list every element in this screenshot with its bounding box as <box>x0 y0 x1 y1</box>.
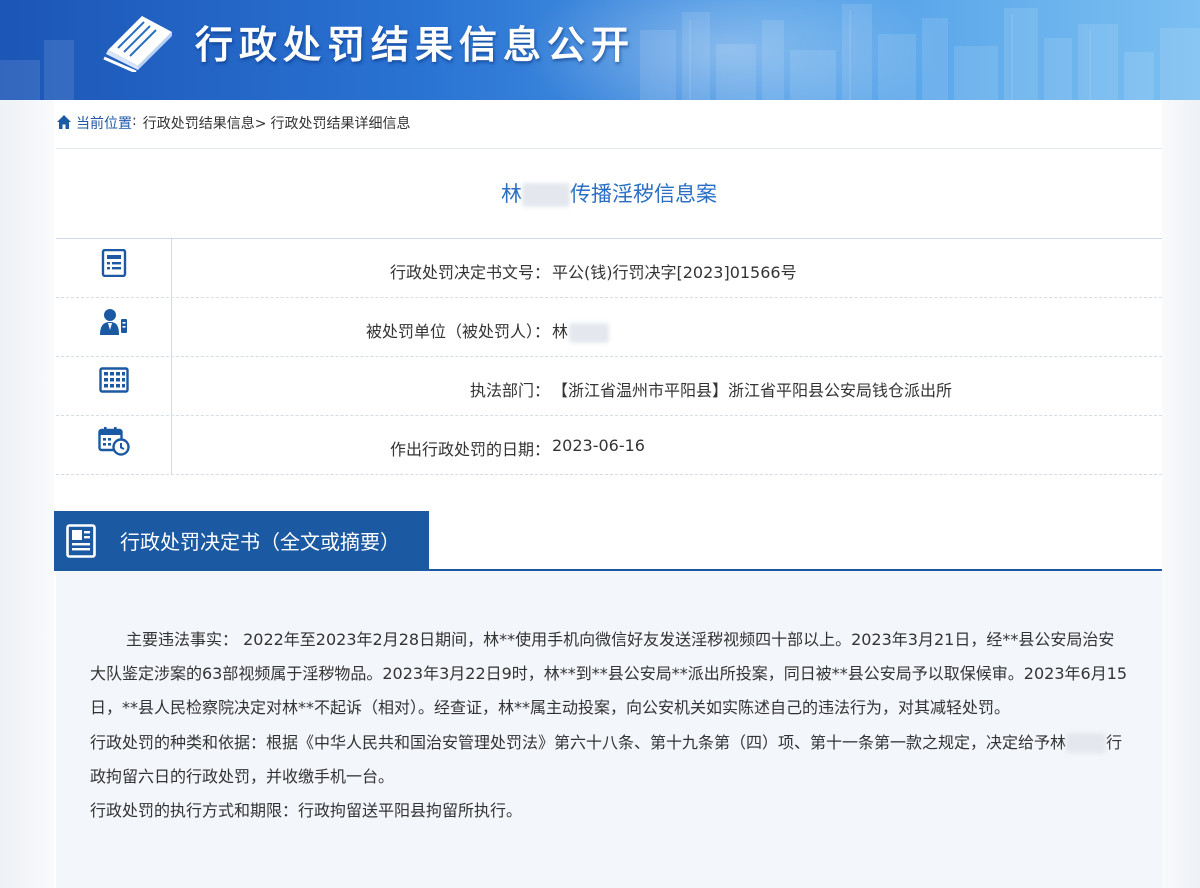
home-icon <box>57 115 71 129</box>
info-label: 被处罚单位（被处罚人）： <box>365 322 550 341</box>
execution-paragraph: 行政处罚的执行方式和期限：行政拘留送平阳县拘留所执行。 <box>90 801 523 821</box>
info-row-document-number: 行政处罚决定书文号： 平公(钱)行罚决字[2023]01566号 <box>56 239 1162 298</box>
redaction-mask <box>522 183 570 207</box>
document-icon <box>66 523 96 558</box>
breadcrumb-link-results[interactable]: 行政处罚结果信息> <box>143 113 267 133</box>
penalty-basis-text-start: 行政处罚的种类和依据：根据《中华人民共和国治安管理处罚法》第六十八条、第十九条第… <box>90 732 1067 752</box>
info-row-enforcement-department: 执法部门： 【浙江省温州市平阳县】浙江省平阳县公安局钱仓派出所 <box>56 357 1162 416</box>
document-list-icon <box>101 249 126 277</box>
header-banner: 行政处罚结果信息公开 <box>0 0 1200 100</box>
info-value: 林 <box>550 298 1162 356</box>
book-icon <box>103 16 172 72</box>
breadcrumb-link-detail[interactable]: 行政处罚结果详细信息 <box>270 113 410 133</box>
redaction-mask <box>1066 733 1107 754</box>
case-title-suffix: 传播淫秽信息案 <box>570 182 717 206</box>
section-tab[interactable]: 行政处罚决定书（全文或摘要） <box>54 511 429 570</box>
right-gutter <box>1162 100 1200 888</box>
info-label: 作出行政处罚的日期： <box>389 440 550 459</box>
banner-title: 行政处罚结果信息公开 <box>195 23 636 67</box>
decision-content: 主要违法事实： 2022年至2023年2月28日期间，林**使用手机向微信好友发… <box>56 571 1162 888</box>
building-icon <box>98 367 129 393</box>
case-title-prefix: 林 <box>501 182 522 206</box>
info-row-penalized-party: 被处罚单位（被处罚人）： 林 <box>56 298 1162 357</box>
case-title: 林 传播淫秽信息案 <box>56 178 1162 208</box>
info-value: 2023-06-16 <box>552 436 645 455</box>
calendar-clock-icon <box>97 427 130 456</box>
info-label: 行政处罚决定书文号： <box>389 263 550 282</box>
breadcrumb-current-label: 当前位置 <box>76 116 132 132</box>
case-info-table: 行政处罚决定书文号： 平公(钱)行罚决字[2023]01566号 被处罚单位（被… <box>56 238 1162 475</box>
left-gutter <box>0 100 54 888</box>
info-row-penalty-date: 作出行政处罚的日期： 2023-06-16 <box>56 416 1162 475</box>
info-value: 平公(钱)行罚决字[2023]01566号 <box>552 263 797 282</box>
illegal-facts-paragraph: 主要违法事实： 2022年至2023年2月28日期间，林**使用手机向微信好友发… <box>90 630 1128 718</box>
section-header: 行政处罚决定书（全文或摘要） <box>54 511 1162 571</box>
breadcrumb-separator: : <box>132 113 137 129</box>
person-badge-icon <box>99 309 127 335</box>
penalized-party-name: 林 <box>552 322 569 341</box>
section-title: 行政处罚决定书（全文或摘要） <box>120 530 400 554</box>
penalty-basis-paragraph: 行政处罚的种类和依据：根据《中华人民共和国治安管理处罚法》第六十八条、第十九条第… <box>90 726 1128 794</box>
info-label: 执法部门： <box>469 381 550 400</box>
breadcrumb: 当前位置 : 行政处罚结果信息> 行政处罚结果详细信息 <box>56 113 1162 149</box>
redaction-mask <box>569 322 610 343</box>
info-value: 【浙江省温州市平阳县】浙江省平阳县公安局钱仓派出所 <box>552 381 953 400</box>
